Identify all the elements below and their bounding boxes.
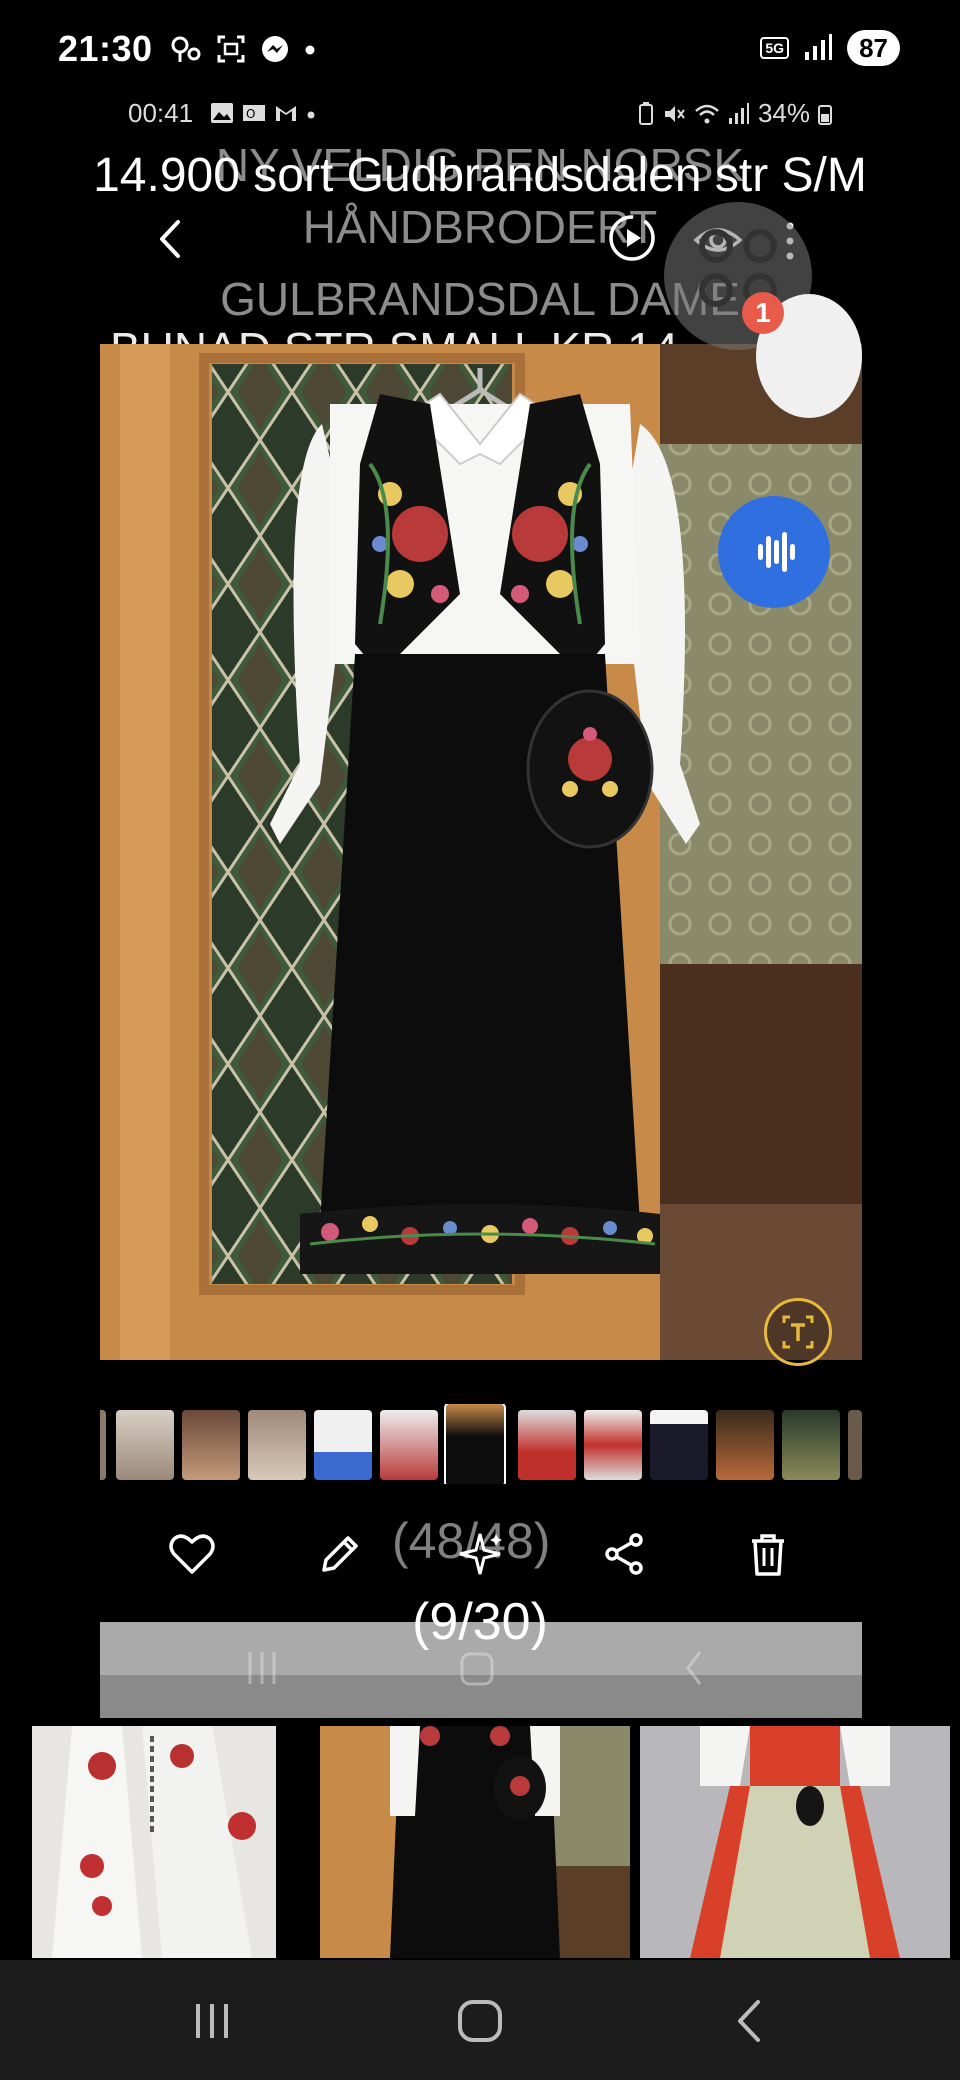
inner-status-bar: 00:41 O 34%	[0, 92, 960, 136]
motion-photo-button[interactable]	[606, 212, 658, 264]
delete-button[interactable]	[742, 1528, 794, 1580]
text-scan-icon	[782, 1315, 814, 1349]
gallery-tile[interactable]	[32, 1726, 276, 1958]
network-type: 5G	[760, 37, 790, 59]
system-navigation-bar	[0, 1960, 960, 2080]
mute-icon	[664, 105, 685, 122]
notification-badge: 1	[742, 292, 784, 334]
thumbnail-selected[interactable]	[444, 1404, 506, 1484]
inner-battery-level: 34%	[757, 98, 810, 128]
outlook-icon: O	[243, 105, 265, 121]
thumbnail[interactable]	[782, 1410, 840, 1480]
screen: 21:30 5G 87 00:41 O 34% NY VELDIG PEN NO…	[0, 0, 960, 2080]
recents-button[interactable]	[190, 2000, 234, 2042]
favorite-button[interactable]	[166, 1528, 218, 1580]
battery-level: 87	[847, 30, 900, 66]
thumbnail[interactable]	[380, 1410, 438, 1480]
inner-dot-icon	[307, 111, 315, 119]
back-button[interactable]	[150, 214, 190, 264]
edit-button[interactable]	[314, 1528, 366, 1580]
home-button[interactable]	[456, 1998, 504, 2044]
dot-icon	[305, 45, 315, 55]
gallery-image	[640, 1726, 950, 1958]
thumbnail[interactable]	[182, 1410, 240, 1480]
inner-battery-saver-icon	[638, 101, 653, 125]
thumbnail-strip[interactable]	[100, 1404, 862, 1484]
location-icon	[171, 36, 201, 62]
gmail-icon	[276, 106, 296, 121]
gallery-tile[interactable]	[320, 1726, 630, 1958]
thumbnail[interactable]	[650, 1410, 708, 1480]
gallery-icon	[211, 103, 233, 123]
wifi-icon	[695, 104, 719, 123]
thumbnail[interactable]	[518, 1410, 576, 1480]
thumbnail[interactable]	[314, 1410, 372, 1480]
signal-icon	[805, 34, 833, 60]
messenger-icon	[262, 36, 288, 62]
status-right: 5G 87	[760, 30, 900, 66]
notification-icons	[168, 34, 316, 64]
gallery-tile[interactable]	[640, 1726, 950, 1958]
thumbnail[interactable]	[100, 1410, 106, 1480]
screenshot-icon	[217, 35, 245, 63]
thumbnail[interactable]	[716, 1410, 774, 1480]
inner-status-right: 34%	[638, 98, 832, 129]
inner-status-time: 00:41	[128, 98, 194, 128]
gallery-image	[320, 1726, 630, 1958]
svg-text:O: O	[246, 107, 255, 121]
enhance-button[interactable]	[454, 1528, 506, 1580]
inner-notification-icons: O	[210, 102, 316, 124]
inner-battery-icon	[818, 104, 832, 125]
voice-assistant-icon	[758, 532, 795, 572]
inner-signal-icon	[728, 102, 749, 124]
thumbnail[interactable]	[848, 1410, 862, 1480]
share-button[interactable]	[598, 1528, 650, 1580]
thumbnail[interactable]	[248, 1410, 306, 1480]
text-scan-button[interactable]	[764, 1298, 832, 1366]
thumbnail[interactable]	[584, 1410, 642, 1480]
photo-counter: (9/30)	[412, 1593, 548, 1651]
gallery-image	[32, 1726, 276, 1958]
voice-assistant-button[interactable]	[718, 496, 830, 608]
thumbnail[interactable]	[116, 1410, 174, 1480]
nav-back-button[interactable]	[730, 1998, 770, 2044]
status-time: 21:30	[58, 28, 153, 69]
listing-title: 14.900 sort Gudbrandsdalen str S/M	[93, 149, 867, 202]
status-bar: 21:30 5G 87	[0, 0, 960, 100]
